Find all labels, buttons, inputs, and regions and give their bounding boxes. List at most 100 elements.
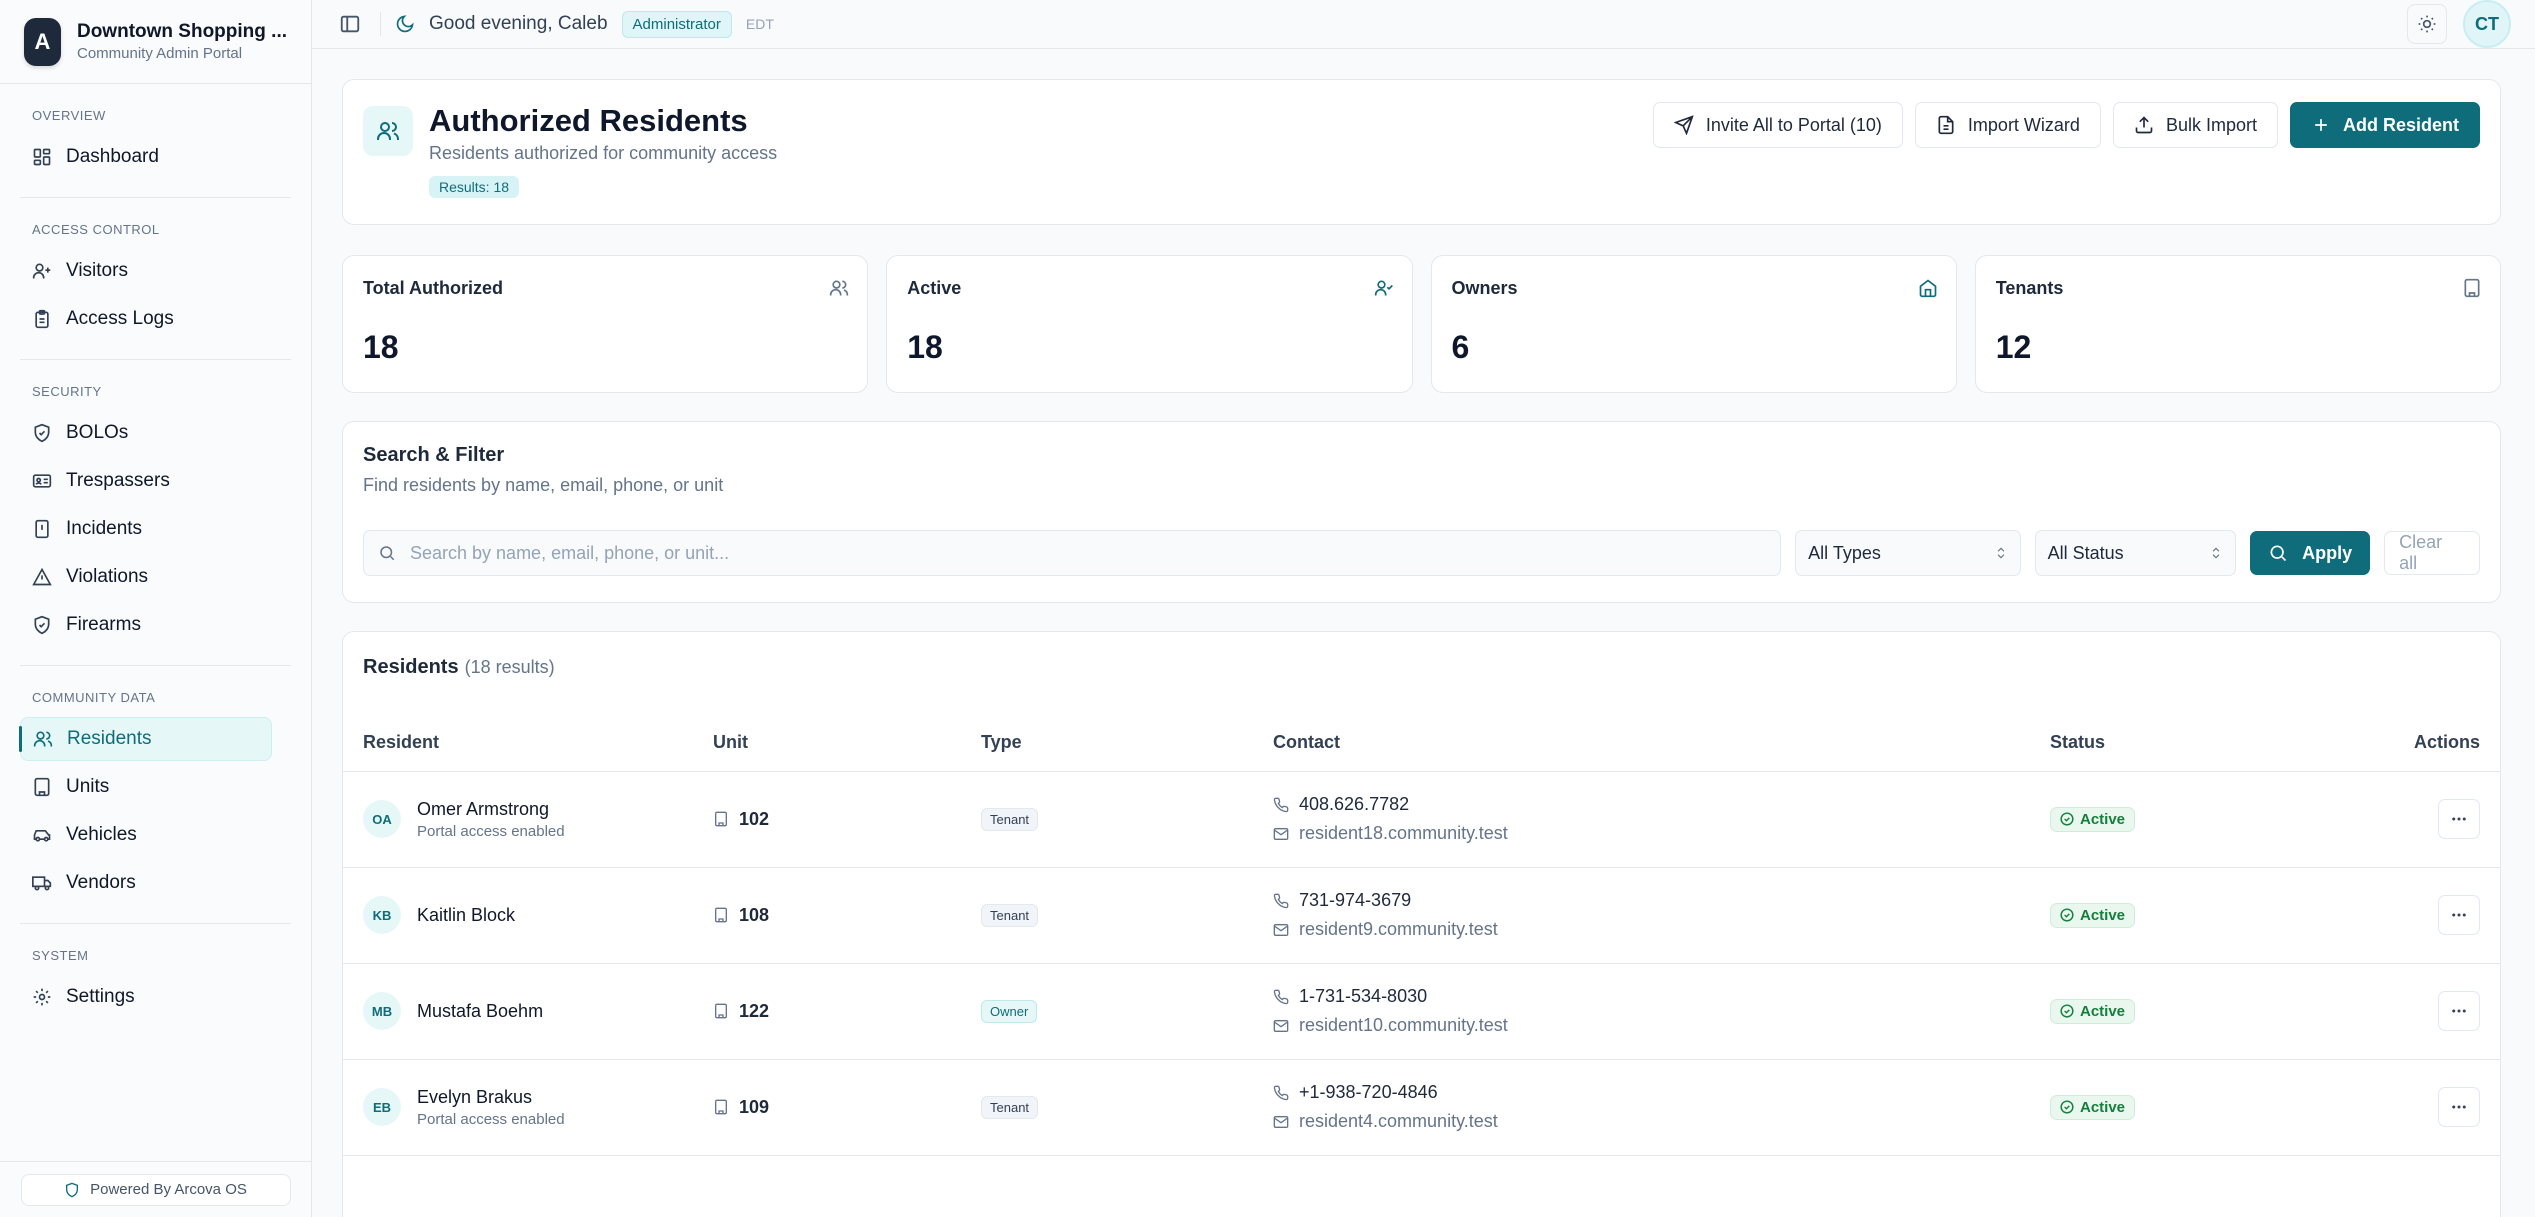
status-text: Active — [2080, 810, 2126, 828]
stats-row: Total Authorized 18 Active 18 Owners 6 T… — [342, 255, 2501, 393]
stat-value: 18 — [363, 329, 399, 365]
row-actions-button[interactable] — [2438, 1087, 2480, 1127]
apply-button[interactable]: Apply — [2250, 531, 2371, 575]
nav-heading: COMMUNITY DATA — [32, 690, 156, 705]
sidebar-item-label: Incidents — [66, 518, 143, 539]
sidebar-item-visitors[interactable]: Visitors — [20, 249, 272, 293]
column-header-actions: Actions — [2284, 715, 2500, 772]
sidebar-item-access-logs[interactable]: Access Logs — [20, 297, 272, 341]
stat-card-owners: Owners 6 — [1430, 255, 1957, 393]
contact-email: resident18.community.test — [1299, 823, 1508, 843]
invite-all-button[interactable]: Invite All to Portal (10) — [1652, 102, 1903, 148]
file-icon — [1936, 115, 1956, 135]
user-avatar[interactable]: CT — [2463, 0, 2511, 48]
nav-section-overview: OVERVIEW Dashboard — [20, 108, 291, 198]
sidebar: A Downtown Shopping ... Community Admin … — [0, 0, 312, 1217]
table-row[interactable]: EB Evelyn Brakus Portal access enabled 10… — [343, 1059, 2500, 1156]
greeting: Good evening, Caleb — [429, 13, 608, 34]
dashboard-icon — [32, 147, 52, 167]
mail-icon — [1273, 826, 1289, 842]
residents-table-card: Residents (18 results) Resident Unit Type… — [342, 631, 2501, 1217]
apply-label: Apply — [2302, 542, 2353, 563]
phone-icon — [1273, 1085, 1289, 1101]
resident-name[interactable]: Evelyn Brakus — [417, 1087, 565, 1108]
brand[interactable]: A Downtown Shopping ... Community Admin … — [0, 0, 311, 84]
user-plus-icon — [32, 261, 52, 281]
table-row[interactable]: KB Kaitlin Block 108 Tenant 731-974-3679… — [343, 867, 2500, 964]
sidebar-item-bolos[interactable]: BOLOs — [20, 411, 272, 455]
status-badge: Active — [2050, 1094, 2136, 1120]
contact-phone: 1-731-534-8030 — [1299, 986, 1428, 1006]
row-actions-button[interactable] — [2438, 991, 2480, 1031]
type-select[interactable]: All Types — [1795, 530, 2021, 576]
sidebar-item-settings[interactable]: Settings — [20, 975, 272, 1019]
upload-icon — [2134, 115, 2154, 135]
contact-phone: 731-974-3679 — [1299, 890, 1412, 910]
column-header-unit[interactable]: Unit — [693, 715, 961, 772]
sidebar-item-residents[interactable]: Residents — [19, 717, 272, 761]
sidebar-item-violations[interactable]: Violations — [20, 555, 272, 599]
truck-icon — [32, 873, 52, 893]
building-icon — [713, 1099, 729, 1115]
sidebar-item-label: BOLOs — [66, 422, 129, 443]
stat-value: 12 — [1995, 329, 2032, 365]
status-text: Active — [2080, 1098, 2126, 1116]
id-card-icon — [32, 471, 52, 491]
stat-card-active: Active 18 — [886, 255, 1413, 393]
sidebar-footer: Powered By Arcova OS — [0, 1161, 311, 1217]
sidebar-item-firearms[interactable]: Firearms — [20, 603, 272, 647]
sidebar-item-dashboard[interactable]: Dashboard — [20, 135, 272, 179]
sidebar-toggle-icon[interactable] — [334, 8, 366, 40]
table-row[interactable]: MB Mustafa Boehm 122 Owner 1-731-534-803… — [343, 963, 2500, 1060]
search-input[interactable] — [410, 542, 1767, 564]
column-header-status[interactable]: Status — [2030, 715, 2285, 772]
status-select[interactable]: All Status — [2034, 530, 2237, 576]
search-icon — [378, 544, 396, 562]
resident-name[interactable]: Mustafa Boehm — [417, 1001, 543, 1022]
check-circle-icon — [2060, 908, 2074, 922]
sidebar-item-incidents[interactable]: Incidents — [20, 507, 272, 551]
table-row[interactable]: OA Omer Armstrong Portal access enabled 1… — [343, 771, 2500, 868]
nav-section-system: SYSTEM Settings — [20, 948, 291, 1019]
plus-icon — [2311, 115, 2331, 135]
sidebar-item-trespassers[interactable]: Trespassers — [20, 459, 272, 503]
row-actions-button[interactable] — [2438, 895, 2480, 935]
resident-name[interactable]: Kaitlin Block — [417, 905, 515, 926]
row-actions-button[interactable] — [2438, 799, 2480, 839]
sidebar-item-vehicles[interactable]: Vehicles — [20, 813, 272, 857]
table-title-text: Residents — [363, 656, 459, 678]
nav-heading: SYSTEM — [32, 948, 89, 963]
filter-title: Search & Filter — [363, 444, 505, 466]
sidebar-item-label: Violations — [66, 566, 149, 587]
stat-value: 18 — [907, 329, 943, 365]
more-horizontal-icon — [2450, 1002, 2468, 1020]
theme-toggle-sun-icon[interactable] — [2407, 4, 2447, 44]
add-resident-label: Add Resident — [2342, 114, 2459, 135]
sidebar-item-label: Units — [66, 776, 110, 797]
sidebar-nav: OVERVIEW Dashboard ACCESS CONTROL Visito… — [0, 84, 311, 1023]
search-icon — [2268, 543, 2288, 563]
chevron-updown-icon — [1994, 546, 2008, 560]
status-badge: Active — [2050, 902, 2136, 928]
role-badge: Administrator — [621, 10, 732, 38]
sidebar-item-units[interactable]: Units — [20, 765, 272, 809]
phone-icon — [1273, 989, 1289, 1005]
add-resident-button[interactable]: Add Resident — [2289, 102, 2480, 148]
import-wizard-label: Import Wizard — [1967, 114, 2080, 135]
building-icon — [32, 777, 52, 797]
column-header-resident[interactable]: Resident — [343, 715, 693, 772]
clear-all-button[interactable]: Clear all — [2384, 531, 2480, 575]
import-wizard-button[interactable]: Import Wizard — [1914, 102, 2101, 148]
sidebar-item-label: Vendors — [66, 872, 136, 893]
sidebar-item-vendors[interactable]: Vendors — [20, 861, 272, 905]
status-select-value: All Status — [2047, 542, 2124, 563]
column-header-type[interactable]: Type — [961, 715, 1253, 772]
status-badge: Active — [2050, 806, 2136, 832]
column-header-contact[interactable]: Contact — [1253, 715, 2030, 772]
mail-icon — [1273, 1114, 1289, 1130]
stat-label: Active — [907, 278, 962, 298]
brand-logo: A — [24, 17, 61, 66]
resident-name[interactable]: Omer Armstrong — [417, 799, 565, 820]
sidebar-item-label: Residents — [67, 728, 152, 749]
bulk-import-button[interactable]: Bulk Import — [2112, 102, 2278, 148]
